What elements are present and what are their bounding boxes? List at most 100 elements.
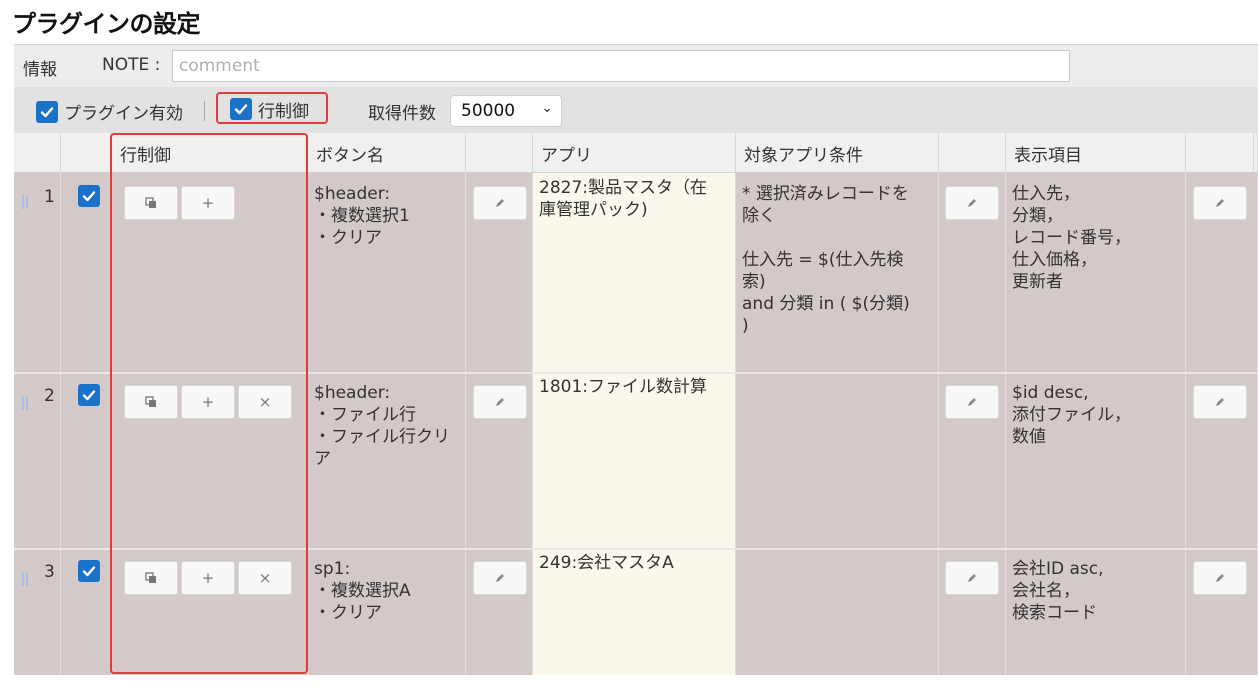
note-label: NOTE : <box>102 55 161 75</box>
table-row: 3 <box>14 550 61 675</box>
fetch-count-select[interactable]: 50000 ⌄ <box>450 95 562 127</box>
row-enabled-checkbox[interactable] <box>78 185 100 207</box>
check-icon <box>82 566 96 577</box>
header-check-col <box>61 133 112 173</box>
header-app-text: アプリ <box>541 146 592 166</box>
row-checkbox-cell <box>61 173 112 373</box>
button-name-text: sp1: ・複数選択A ・クリア <box>314 559 411 623</box>
note-input[interactable] <box>172 50 1070 82</box>
edit-display-button[interactable] <box>1193 561 1247 595</box>
header-app: アプリ <box>533 133 736 173</box>
row-checkbox-cell <box>61 550 112 675</box>
condition-cell <box>736 550 939 675</box>
display-cell: 会社ID asc, 会社名， 検索コード <box>1006 550 1186 675</box>
edit-button-name-button[interactable] <box>473 561 527 595</box>
header-edit-col <box>1186 133 1254 173</box>
pencil-icon <box>1216 199 1224 207</box>
settings-table: 行制御 ボタン名 アプリ 対象アプリ条件 表示項目 1 + $header: ・… <box>14 133 1258 679</box>
header-button-name: ボタン名 <box>308 133 466 173</box>
edit-button-name-button[interactable] <box>473 385 527 419</box>
button-name-cell: $header: ・複数選択1 ・クリア <box>308 173 466 373</box>
button-name-cell: sp1: ・複数選択A ・クリア <box>308 550 466 675</box>
pencil-icon <box>496 398 504 406</box>
pencil-icon <box>496 574 504 582</box>
app-cell: 249:会社マスタA <box>533 550 736 675</box>
edit-cell <box>1186 173 1258 373</box>
pencil-icon <box>968 574 976 582</box>
row-control-label: 行制御 <box>258 102 309 122</box>
drag-handle-icon[interactable] <box>22 572 28 586</box>
check-icon <box>82 191 96 202</box>
pencil-icon <box>968 398 976 406</box>
edit-condition-button[interactable] <box>945 186 999 220</box>
chevron-down-icon: ⌄ <box>541 100 553 116</box>
button-name-text: $header: ・ファイル行 ・ファイル行クリ ア <box>314 383 450 469</box>
edit-cell <box>939 374 1006 549</box>
row-number: 3 <box>44 562 55 582</box>
app-text: 249:会社マスタA <box>539 553 674 573</box>
app-text: 1801:ファイル数計算 <box>539 377 707 397</box>
condition-text: * 選択済みレコードを 除く 仕入先 = $(仕入先検 索) and 分類 in… <box>742 184 910 336</box>
row-number: 1 <box>44 187 55 207</box>
header-edit-col <box>466 133 533 173</box>
drag-handle-icon[interactable] <box>22 396 28 410</box>
edit-cell <box>1186 374 1258 549</box>
edit-cell <box>466 173 533 373</box>
fetch-count-label: 取得件数 <box>368 104 436 124</box>
edit-cell <box>939 550 1006 675</box>
header-edit-col <box>939 133 1006 173</box>
edit-condition-button[interactable] <box>945 561 999 595</box>
pencil-icon <box>1216 398 1224 406</box>
condition-cell: * 選択済みレコードを 除く 仕入先 = $(仕入先検 索) and 分類 in… <box>736 173 939 373</box>
header-display-items: 表示項目 <box>1006 133 1186 173</box>
display-text: $id desc, 添付ファイル， 数値 <box>1012 383 1131 447</box>
control-bar: プラグイン有効 行制御 取得件数 50000 ⌄ <box>14 87 1258 133</box>
check-icon <box>82 390 96 401</box>
plugin-enabled-checkbox[interactable] <box>36 101 58 123</box>
button-name-cell: $header: ・ファイル行 ・ファイル行クリ ア <box>308 374 466 549</box>
header-display-items-text: 表示項目 <box>1014 146 1082 166</box>
edit-condition-button[interactable] <box>945 385 999 419</box>
row-control-column-highlight <box>110 133 308 674</box>
edit-cell <box>939 173 1006 373</box>
display-cell: 仕入先， 分類， レコード番号， 仕入価格， 更新者 <box>1006 173 1186 373</box>
app-cell: 1801:ファイル数計算 <box>533 374 736 549</box>
display-text: 会社ID asc, 会社名， 検索コード <box>1012 559 1104 623</box>
pencil-icon <box>968 199 976 207</box>
header-target-condition-text: 対象アプリ条件 <box>744 146 863 166</box>
pencil-icon <box>1216 574 1224 582</box>
edit-cell <box>1186 550 1258 675</box>
info-bar: 情報 NOTE : <box>14 44 1258 87</box>
row-checkbox-cell <box>61 374 112 549</box>
app-text: 2827:製品マスタ（在 庫管理パック) <box>539 178 707 220</box>
check-icon <box>40 107 54 118</box>
table-row: 2 <box>14 374 61 549</box>
header-handle-col <box>14 133 61 173</box>
edit-button-name-button[interactable] <box>473 186 527 220</box>
edit-display-button[interactable] <box>1193 186 1247 220</box>
display-cell: $id desc, 添付ファイル， 数値 <box>1006 374 1186 549</box>
edit-cell <box>466 374 533 549</box>
row-number: 2 <box>44 386 55 406</box>
app-cell: 2827:製品マスタ（在 庫管理パック) <box>533 173 736 373</box>
row-control-checkbox[interactable] <box>230 98 252 120</box>
drag-handle-icon[interactable] <box>22 195 28 209</box>
condition-cell <box>736 374 939 549</box>
header-target-condition: 対象アプリ条件 <box>736 133 939 173</box>
edit-display-button[interactable] <box>1193 385 1247 419</box>
row-enabled-checkbox[interactable] <box>78 560 100 582</box>
check-icon <box>234 104 248 115</box>
header-button-name-text: ボタン名 <box>316 146 384 166</box>
row-enabled-checkbox[interactable] <box>78 384 100 406</box>
button-name-text: $header: ・複数選択1 ・クリア <box>314 184 410 248</box>
page-title: プラグインの設定 <box>12 10 201 38</box>
header-extra <box>1254 133 1258 173</box>
divider <box>204 101 205 121</box>
plugin-enabled-label: プラグイン有効 <box>64 104 183 124</box>
fetch-count-value: 50000 <box>461 101 516 121</box>
table-row: 1 <box>14 173 61 373</box>
edit-cell <box>466 550 533 675</box>
pencil-icon <box>496 199 504 207</box>
display-text: 仕入先， 分類， レコード番号， 仕入価格， 更新者 <box>1012 184 1131 292</box>
info-label: 情報 <box>23 60 57 80</box>
